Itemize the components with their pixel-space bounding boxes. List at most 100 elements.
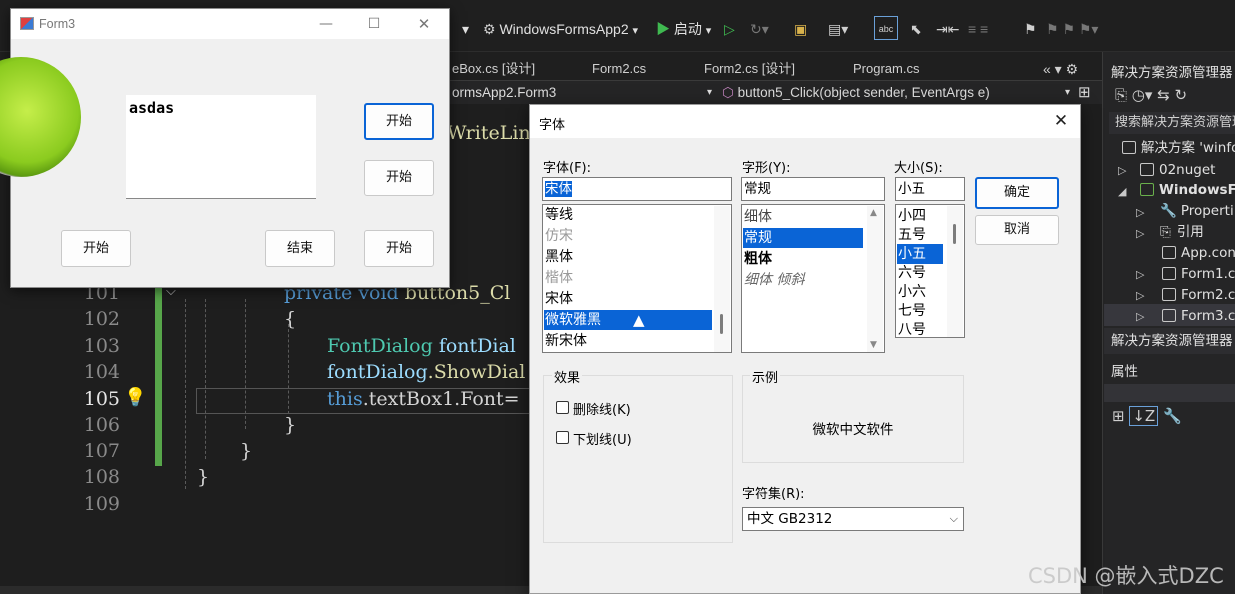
charset-select[interactable]: 中文 GB2312 ⌵ <box>742 507 964 531</box>
form3-textbox[interactable]: asdas <box>126 95 316 199</box>
start-button-2[interactable]: 开始 <box>364 160 434 196</box>
indent-icon[interactable]: ≡ ≡ <box>968 18 988 40</box>
solution-toolbar-icons[interactable]: ⎘ ◷▾ ⇆ ↻ <box>1115 86 1187 104</box>
font-family-list[interactable]: 等线 仿宋 黑体 楷体 宋体 微软雅黑 新宋体 ▲ <box>542 204 732 353</box>
end-button[interactable]: 结束 <box>265 230 335 267</box>
cancel-button[interactable]: 取消 <box>975 215 1059 245</box>
solution-explorer-tab[interactable]: 解决方案资源管理器 <box>1104 328 1235 354</box>
scrollbar-thumb[interactable] <box>720 314 723 334</box>
tree-item-properties[interactable]: 🔧 Properti <box>1160 201 1234 221</box>
dropdown-arrow-icon[interactable]: ▾ <box>462 18 469 40</box>
expand-icon[interactable]: ▷ <box>1118 164 1126 177</box>
font-size-item[interactable]: 七号 <box>897 301 947 321</box>
expand-icon[interactable]: ▷ <box>1136 227 1144 240</box>
font-size-item[interactable]: 小六 <box>897 282 947 302</box>
scrollbar-thumb[interactable] <box>953 224 956 244</box>
member-combo[interactable]: ⬡ button5_Click(object sender, EventArgs… <box>722 83 1072 103</box>
font-family-item[interactable]: 楷体 <box>544 268 714 288</box>
split-icon[interactable]: ⊞ <box>1078 83 1091 103</box>
code-line-106: } <box>284 414 297 436</box>
font-family-item[interactable]: 宋体 <box>544 289 714 309</box>
align-icon[interactable]: ⇥⇤ <box>936 18 959 40</box>
alphabetical-icon[interactable]: ↓Z <box>1129 406 1159 426</box>
form3-titlebar[interactable]: Form3 — ☐ ✕ <box>11 9 449 39</box>
expand-icon[interactable]: ▷ <box>1136 310 1144 323</box>
tab-form2-design[interactable]: Form2.cs [设计] <box>704 58 795 80</box>
tree-item-form3[interactable]: Form3.c <box>1162 306 1235 326</box>
pointer-icon[interactable]: ⬉ <box>910 18 922 40</box>
scroll-up-icon[interactable]: ▲ <box>870 208 877 218</box>
solution-search-input[interactable]: 搜索解决方案资源管理 <box>1109 112 1235 134</box>
tree-item-project[interactable]: 02nuget <box>1140 160 1215 180</box>
bookmark-icon[interactable]: ⚑ <box>1024 18 1037 40</box>
start-button-1[interactable]: 开始 <box>364 103 434 140</box>
collapse-icon[interactable]: ◢ <box>1118 185 1126 198</box>
font-size-list[interactable]: 小四 五号 小五 六号 小六 七号 八号 <box>895 204 965 338</box>
wrench-icon[interactable]: 🔧 <box>1163 407 1182 425</box>
underline-label[interactable]: 下划线(U) <box>573 429 632 448</box>
scroll-down-icon[interactable]: ▼ <box>870 340 877 350</box>
font-style-list[interactable]: 细体 常规 粗体 细体 倾斜 ▲ ▼ <box>741 204 885 353</box>
font-size-item[interactable]: 八号 <box>897 320 947 337</box>
style-list-scrollbar[interactable]: ▲ ▼ <box>867 206 883 352</box>
start-button-3[interactable]: 开始 <box>61 230 131 267</box>
underline-checkbox[interactable] <box>556 431 569 444</box>
size-list-scrollbar[interactable] <box>947 206 963 337</box>
minimize-icon[interactable]: — <box>311 13 341 35</box>
font-size-item[interactable]: 六号 <box>897 263 947 283</box>
tab-form2-code[interactable]: Form2.cs <box>592 58 646 80</box>
tab-program[interactable]: Program.cs <box>853 58 919 80</box>
tab-overflow-icon[interactable]: « ▾ ⚙ <box>1043 58 1078 80</box>
refresh-icon[interactable]: ↻▾ <box>750 18 769 40</box>
maximize-icon[interactable]: ☐ <box>359 13 389 35</box>
tree-item-project-active[interactable]: WindowsFo <box>1140 180 1235 200</box>
font-size-item[interactable]: 五号 <box>897 225 947 245</box>
tree-item-solution[interactable]: 解决方案 'winfo <box>1122 138 1235 158</box>
font-dialog-titlebar[interactable]: 字体 ✕ <box>530 105 1080 138</box>
tree-item-form2[interactable]: Form2.c <box>1162 285 1235 305</box>
font-family-item[interactable]: 仿宋 <box>544 226 714 246</box>
font-size-item[interactable]: 小四 <box>897 206 947 226</box>
folder-icon[interactable]: ▣ <box>794 18 807 40</box>
font-style-item[interactable]: 细体 倾斜 <box>743 270 863 290</box>
class-combo[interactable]: ormsApp2.Form3 ▾ <box>452 83 714 103</box>
ok-button[interactable]: 确定 <box>975 177 1059 209</box>
expand-icon[interactable]: ▷ <box>1136 268 1144 281</box>
tree-item-form1[interactable]: Form1.c <box>1162 264 1235 284</box>
expand-icon[interactable]: ▷ <box>1136 289 1144 302</box>
font-dialog: 字体 ✕ 字体(F): 宋体 等线 仿宋 黑体 楷体 宋体 微软雅黑 新宋体 ▲… <box>529 104 1081 594</box>
tree-item-appconfig[interactable]: App.con <box>1162 243 1235 263</box>
close-icon[interactable]: ✕ <box>409 13 439 35</box>
startup-project-label: WindowsFormsApp2 <box>499 21 629 37</box>
lightbulb-icon[interactable]: 💡 <box>124 387 146 408</box>
font-family-input[interactable]: 宋体 <box>542 177 732 201</box>
categorized-icon[interactable]: ⊞ <box>1112 407 1125 425</box>
form3-title: Form3 <box>39 17 76 31</box>
font-style-item[interactable]: 细体 <box>743 207 863 227</box>
font-family-item[interactable]: 等线 <box>544 205 714 225</box>
properties-object-combo[interactable] <box>1104 384 1235 402</box>
font-family-item-selected[interactable]: 微软雅黑 <box>544 310 712 330</box>
font-size-item-selected[interactable]: 小五 <box>897 244 943 264</box>
start-debug-button[interactable]: ▶ 启动 ▾ <box>656 18 711 40</box>
font-style-item-selected[interactable]: 常规 <box>743 228 863 248</box>
close-icon[interactable]: ✕ <box>1046 109 1076 133</box>
spellcheck-icon[interactable]: abc <box>874 16 898 40</box>
start-without-debug-icon[interactable]: ▷ <box>724 18 735 40</box>
font-list-scrollbar[interactable] <box>714 206 730 352</box>
font-family-item[interactable]: 黑体 <box>544 247 714 267</box>
strikeout-checkbox[interactable] <box>556 401 569 414</box>
font-style-input[interactable]: 常规 <box>741 177 885 201</box>
bookmark-nav-icon[interactable]: ⚑ ⚑ ⚑▾ <box>1046 18 1098 40</box>
strikeout-label[interactable]: 删除线(K) <box>573 399 631 418</box>
properties-toolbar-icons[interactable]: ⊞ ↓Z 🔧 <box>1112 406 1182 426</box>
font-family-item[interactable]: 新宋体 <box>544 331 714 351</box>
font-size-input[interactable]: 小五 <box>895 177 965 201</box>
layout-icon[interactable]: ▤▾ <box>828 18 848 40</box>
tab-picturebox-design[interactable]: eBox.cs [设计] <box>452 58 535 80</box>
expand-icon[interactable]: ▷ <box>1136 206 1144 219</box>
font-style-item[interactable]: 粗体 <box>743 249 863 269</box>
start-button-4[interactable]: 开始 <box>364 230 434 267</box>
tree-item-references[interactable]: ⎘ 引用 <box>1160 222 1204 242</box>
startup-project-dropdown[interactable]: ⚙ WindowsFormsApp2 ▾ <box>483 18 638 40</box>
